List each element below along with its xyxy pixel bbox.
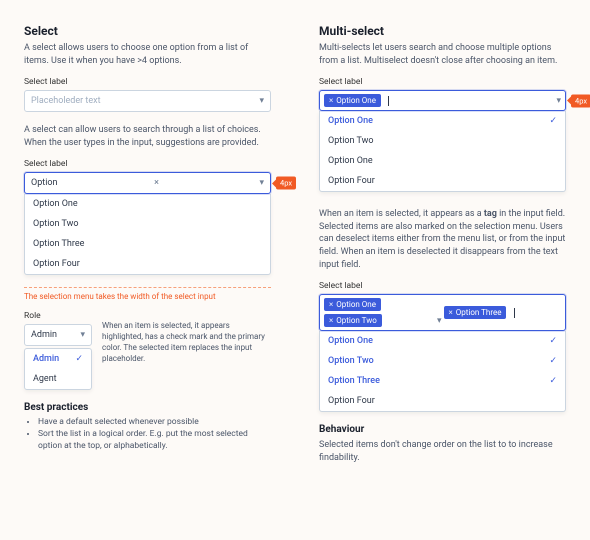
role-block: Role Admin ▾ Admin ✓ Agent When an item … xyxy=(24,311,271,390)
section-title: Select xyxy=(24,24,271,38)
menu-item[interactable]: Option Four xyxy=(25,254,270,274)
tag-remove-icon[interactable]: × xyxy=(449,308,453,317)
field-label: Select label xyxy=(319,281,566,291)
menu-item[interactable]: Option One ✓ xyxy=(320,111,565,131)
field-label: Role xyxy=(24,311,92,321)
menu-item[interactable]: Agent xyxy=(25,369,91,389)
select-input[interactable]: Admin ▾ xyxy=(24,324,92,346)
caret-down-icon: ▾ xyxy=(556,96,561,106)
multiselect-section: Multi-select Multi-selects let users sea… xyxy=(295,24,590,540)
multiselect-one-block: Select label × Option One ▾ 4px Option O… xyxy=(319,77,566,192)
check-icon: ✓ xyxy=(549,336,557,346)
menu-item[interactable]: Option Four xyxy=(320,171,565,191)
menu-item[interactable]: Option One✓ xyxy=(320,331,565,351)
menu-item[interactable]: Option Two xyxy=(320,131,565,151)
menu-item[interactable]: Option Two xyxy=(25,214,270,234)
list-item: Sort the list in a logical order. E.g. p… xyxy=(38,429,271,453)
menu-item[interactable]: Option One xyxy=(320,151,565,171)
width-caption: The selection menu takes the width of th… xyxy=(24,287,271,301)
caret-down-icon: ▾ xyxy=(259,178,264,188)
search-intro: A select can allow users to search throu… xyxy=(24,124,271,149)
multiselect-input[interactable]: ×Option One ×Option Two ▾ ×Option Three xyxy=(319,294,566,331)
best-practices-heading: Best practices xyxy=(24,402,271,413)
dropdown-menu: Option One ✓ Option Two Option One Optio… xyxy=(319,111,566,192)
tag-remove-icon[interactable]: × xyxy=(329,316,333,325)
caret-down-icon: ▾ xyxy=(259,96,264,106)
field-label: Select label xyxy=(319,77,566,87)
menu-item[interactable]: Option Four xyxy=(320,391,565,411)
check-icon: ✓ xyxy=(549,376,557,386)
selected-value: Admin xyxy=(31,330,57,340)
section-intro: A select allows users to choose one opti… xyxy=(24,42,271,67)
menu-item[interactable]: Option Two✓ xyxy=(320,351,565,371)
best-practices-list: Have a default selected whenever possibl… xyxy=(24,417,271,453)
annotation-badge: 4px xyxy=(276,177,296,190)
search-select-block: Select label Option × ▾ 4px Option One O… xyxy=(24,159,271,275)
behaviour-heading: Behaviour xyxy=(319,424,566,435)
behaviour-text: Selected items don't change order on the… xyxy=(319,439,566,464)
field-label: Select label xyxy=(24,77,271,87)
field-label: Select label xyxy=(24,159,271,169)
annotation-badge: 4px xyxy=(571,94,590,107)
dropdown-menu: Option One Option Two Option Three Optio… xyxy=(24,194,271,275)
caret-down-icon: ▾ xyxy=(437,316,442,326)
selected-tag[interactable]: ×Option Three xyxy=(444,306,507,319)
select-input[interactable]: Option × ▾ 4px xyxy=(24,172,271,194)
select-section: Select A select allows users to choose o… xyxy=(0,24,295,540)
section-intro: Multi-selects let users search and choos… xyxy=(319,42,566,67)
check-icon: ✓ xyxy=(75,354,83,364)
text-cursor xyxy=(514,308,515,318)
select-input[interactable]: Placeholeder text ▾ xyxy=(24,90,271,112)
multiselect-input[interactable]: × Option One ▾ 4px xyxy=(319,90,566,111)
multiselect-three-block: Select label ×Option One ×Option Two ▾ ×… xyxy=(319,281,566,412)
caret-down-icon: ▾ xyxy=(80,330,85,340)
text-cursor xyxy=(388,96,389,106)
clear-icon[interactable]: × xyxy=(154,178,159,188)
section-title: Multi-select xyxy=(319,24,566,38)
input-value: Option xyxy=(31,178,57,188)
placeholder-select-block: Select label Placeholeder text ▾ xyxy=(24,77,271,112)
selected-tag[interactable]: × Option One xyxy=(324,94,381,107)
selected-tag[interactable]: ×Option Two xyxy=(324,314,382,327)
tag-description: When an item is selected, it appears as … xyxy=(319,208,566,271)
placeholder-text: Placeholeder text xyxy=(31,96,101,106)
tag-remove-icon[interactable]: × xyxy=(329,300,333,309)
menu-item[interactable]: Option Three✓ xyxy=(320,371,565,391)
dropdown-menu: Option One✓ Option Two✓ Option Three✓ Op… xyxy=(319,331,566,412)
check-icon: ✓ xyxy=(549,356,557,366)
menu-item[interactable]: Option One xyxy=(25,194,270,214)
menu-item[interactable]: Option Three xyxy=(25,234,270,254)
menu-item[interactable]: Admin ✓ xyxy=(25,349,91,369)
list-item: Have a default selected whenever possibl… xyxy=(38,417,271,429)
selected-tag[interactable]: ×Option One xyxy=(324,298,381,311)
selected-state-copy: When an item is selected, it appears hig… xyxy=(102,311,271,364)
tag-remove-icon[interactable]: × xyxy=(329,96,333,105)
dropdown-menu: Admin ✓ Agent xyxy=(24,348,92,390)
check-icon: ✓ xyxy=(549,116,557,126)
